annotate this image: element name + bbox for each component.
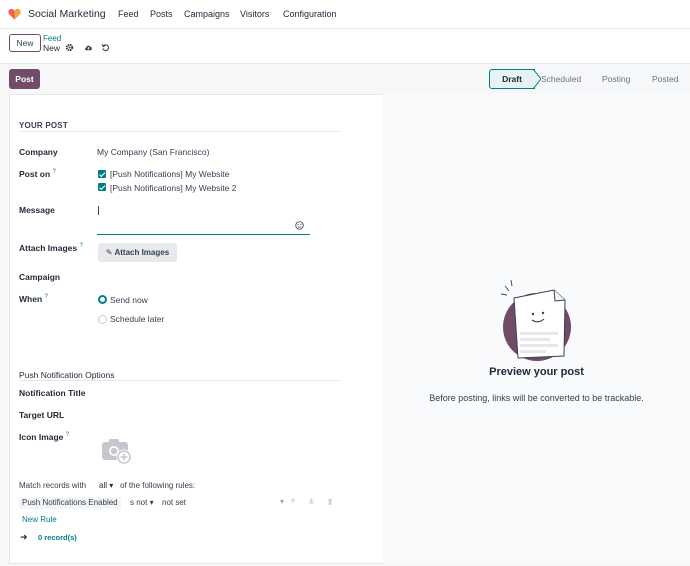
when-option-send-now[interactable]: Send now bbox=[110, 295, 148, 305]
match-prefix: Match records with bbox=[19, 481, 87, 490]
message-input[interactable] bbox=[97, 204, 310, 234]
paperclip-icon: ✎ bbox=[105, 248, 113, 257]
stage-posted[interactable]: Posted bbox=[652, 69, 678, 89]
top-navbar: Social Marketing Feed Posts Campaigns Vi… bbox=[0, 0, 690, 29]
company-field[interactable]: My Company (San Francisco) bbox=[97, 147, 209, 157]
match-mode-value: all bbox=[99, 481, 108, 490]
breadcrumb-feed[interactable]: Feed bbox=[43, 34, 61, 43]
icon-image-label-text: Icon Image bbox=[19, 432, 64, 442]
post-on-label-text: Post on bbox=[19, 169, 51, 179]
caret-down-icon[interactable]: ▾ bbox=[280, 497, 284, 506]
when-label-text: When bbox=[19, 294, 43, 304]
menu-configuration[interactable]: Configuration bbox=[283, 9, 337, 19]
preview-subtitle: Before posting, links will be converted … bbox=[429, 393, 644, 403]
attach-images-button-label: Attach Images bbox=[114, 248, 170, 257]
section-divider bbox=[19, 131, 341, 132]
arrow-right-icon: ➜ bbox=[20, 532, 28, 542]
help-icon[interactable]: ? bbox=[79, 243, 82, 249]
rule-value[interactable]: not set bbox=[162, 498, 186, 507]
message-underline bbox=[97, 234, 310, 235]
help-icon[interactable]: ? bbox=[45, 294, 48, 300]
account-checkbox[interactable] bbox=[98, 183, 106, 191]
stage-scheduled[interactable]: Scheduled bbox=[541, 69, 581, 89]
trash-icon[interactable]: ▮ bbox=[328, 497, 332, 506]
add-branch-icon[interactable]: ⋔ bbox=[308, 497, 315, 506]
match-mode-select[interactable]: all ▾ bbox=[99, 481, 113, 490]
record-count-link[interactable]: 0 record(s) bbox=[38, 533, 77, 542]
app-name[interactable]: Social Marketing bbox=[28, 8, 106, 20]
radio-schedule-later[interactable] bbox=[98, 315, 107, 324]
message-label: Message bbox=[19, 205, 55, 215]
attach-images-label-text: Attach Images bbox=[19, 243, 78, 253]
caret-down-icon: ▾ bbox=[149, 498, 154, 507]
section-divider bbox=[19, 380, 341, 381]
discard-icon[interactable] bbox=[101, 43, 110, 52]
stage-arrow-icon bbox=[533, 69, 541, 89]
account-checkbox[interactable] bbox=[98, 170, 106, 178]
account-option[interactable]: [Push Notifications] My Website 2 bbox=[110, 183, 236, 193]
preview-title: Preview your post bbox=[489, 366, 584, 378]
heart-icon[interactable] bbox=[8, 8, 21, 20]
new-button[interactable]: New bbox=[9, 34, 41, 52]
help-icon[interactable]: ? bbox=[66, 432, 69, 438]
target-url-input[interactable] bbox=[97, 407, 310, 422]
target-url-label: Target URL bbox=[19, 410, 65, 420]
attach-images-label: Attach Images ? bbox=[19, 243, 83, 253]
camera-plus-icon[interactable] bbox=[101, 437, 134, 466]
when-option-schedule-later[interactable]: Schedule later bbox=[110, 314, 164, 324]
emoji-icon[interactable] bbox=[295, 221, 304, 230]
breadcrumb-current: New bbox=[43, 43, 61, 53]
control-panel: New Feed New bbox=[0, 29, 690, 64]
campaign-input[interactable] bbox=[97, 268, 310, 284]
icon-image-label: Icon Image ? bbox=[19, 432, 69, 442]
menu-feed[interactable]: Feed bbox=[118, 9, 139, 19]
attach-images-button[interactable]: ✎ Attach Images bbox=[98, 243, 177, 262]
menu-campaigns[interactable]: Campaigns bbox=[184, 9, 230, 19]
document-smile-illustration bbox=[500, 279, 571, 361]
cloud-upload-icon[interactable] bbox=[84, 43, 93, 52]
gear-icon[interactable] bbox=[65, 43, 74, 52]
match-suffix: of the following rules: bbox=[120, 481, 196, 490]
stage-draft[interactable]: Draft bbox=[489, 69, 535, 89]
notification-title-label: Notification Title bbox=[19, 388, 86, 398]
rule-operator-value: s not bbox=[130, 498, 148, 507]
rule-operator-select[interactable]: s not ▾ bbox=[130, 498, 154, 507]
text-caret bbox=[98, 206, 99, 215]
menu-posts[interactable]: Posts bbox=[150, 9, 173, 19]
section-push-options: Push Notification Options bbox=[19, 370, 115, 380]
caret-down-icon: ▾ bbox=[109, 481, 114, 490]
help-icon[interactable]: ? bbox=[53, 169, 56, 175]
stage-posting[interactable]: Posting bbox=[602, 69, 630, 89]
add-rule-icon[interactable]: + bbox=[290, 496, 296, 507]
new-rule-link[interactable]: New Rule bbox=[22, 515, 57, 524]
company-label: Company bbox=[19, 147, 58, 157]
campaign-label: Campaign bbox=[19, 272, 61, 282]
radio-send-now[interactable] bbox=[98, 295, 107, 304]
account-option[interactable]: [Push Notifications] My Website bbox=[110, 169, 229, 179]
post-button[interactable]: Post bbox=[9, 69, 40, 89]
menu-visitors[interactable]: Visitors bbox=[240, 9, 269, 19]
notification-title-input[interactable] bbox=[97, 385, 310, 400]
when-label: When ? bbox=[19, 294, 48, 304]
section-your-post: YOUR POST bbox=[19, 121, 68, 130]
post-on-label: Post on ? bbox=[19, 169, 56, 179]
rule-field-select[interactable]: Push Notifications Enabled bbox=[19, 497, 121, 509]
